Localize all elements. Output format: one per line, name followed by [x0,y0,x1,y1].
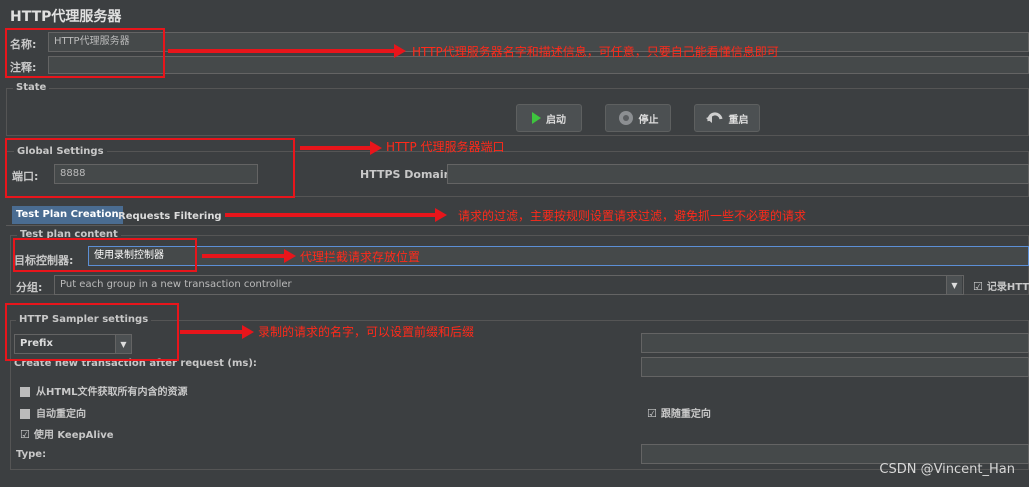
retrieve-resources-label: 从HTML文件获取所有内含的资源 [36,387,188,398]
state-legend: State [13,82,50,93]
tab-test-plan-creation[interactable]: Test Plan Creation [12,206,123,224]
annotation-box-port [5,138,295,198]
start-button[interactable]: 启动 [516,104,582,132]
naming-scheme-input[interactable] [641,333,1029,353]
annotation-box-name [5,28,165,78]
keepalive-checkbox[interactable]: ☑ 使用 KeepAlive [20,426,114,441]
type-input[interactable] [641,444,1029,464]
https-domains-input[interactable] [447,164,1029,184]
page-title: HTTP代理服务器 [10,9,122,25]
record-checkbox[interactable]: ☑ 记录HTT [973,278,1029,293]
annotation-port-note: HTTP 代理服务器端口 [386,140,505,154]
play-icon [532,112,541,124]
arrow-icon [202,249,296,263]
start-button-label: 启动 [546,114,566,126]
follow-redirect-label: 跟随重定向 [660,409,711,420]
stop-button[interactable]: 停止 [605,104,671,132]
auto-redirect-label: 自动重定向 [36,409,86,420]
grouping-select[interactable]: Put each group in a new transaction cont… [54,275,964,295]
arrow-icon [225,208,447,222]
follow-redirect-checkbox[interactable]: ☑ 跟随重定向 [647,405,711,420]
stop-button-label: 停止 [638,114,659,126]
tab-requests-filtering[interactable]: Requests Filtering [114,208,226,226]
auto-redirect-checkbox[interactable]: 自动重定向 [20,405,86,420]
stop-icon [618,111,633,125]
annotation-box-target [13,238,197,272]
chevron-down-icon[interactable]: ▼ [946,276,962,294]
arrow-icon [300,141,382,155]
arrow-icon [180,325,254,339]
restart-button-label: 重启 [728,114,749,126]
annotation-sampler-note: 录制的请求的名字，可以设置前缀和后缀 [258,325,475,339]
restart-button[interactable]: 重启 [694,104,760,132]
checkmark-icon: ☑ [973,280,983,293]
grouping-label: 分组: [16,281,43,294]
checkmark-icon: ☑ [647,407,657,420]
retrieve-resources-checkbox[interactable]: 从HTML文件获取所有内含的资源 [20,383,188,398]
checkbox-icon [20,387,30,397]
annotation-box-sampler [5,303,179,361]
type-label: Type: [16,449,47,460]
record-label: 记录HTT [986,282,1029,293]
create-transaction-input[interactable] [641,357,1029,377]
tab-divider [6,225,1029,226]
restart-icon [705,112,722,123]
checkmark-icon: ☑ [20,428,30,441]
annotation-filter-note: 请求的过滤，主要按规则设置请求过滤，避免抓一些不必要的请求 [458,209,807,223]
checkbox-icon [20,409,30,419]
watermark: CSDN @Vincent_Han [879,462,1015,477]
annotation-name-note: HTTP代理服务器名字和描述信息，可任意，只要自己能看懂信息即可 [412,45,779,59]
arrow-icon [168,44,406,58]
annotation-target-note: 代理拦截请求存放位置 [300,250,421,264]
keepalive-label: 使用 KeepAlive [33,430,114,441]
